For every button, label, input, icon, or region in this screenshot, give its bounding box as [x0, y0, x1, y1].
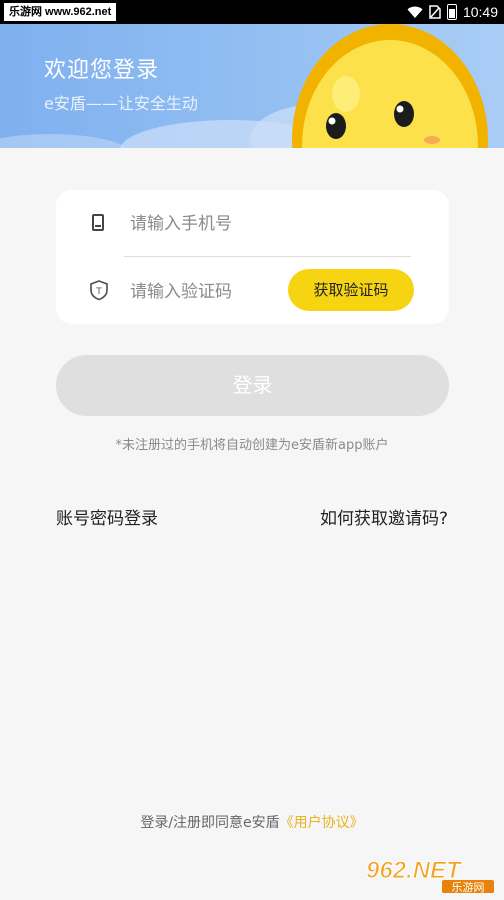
status-icons: 10:49	[407, 0, 498, 24]
status-watermark: 乐游网 www.962.net	[4, 3, 117, 21]
phone-icon	[92, 214, 104, 231]
mascot-illustration	[292, 24, 488, 148]
invite-code-help-link[interactable]: 如何获取邀请码?	[320, 504, 448, 529]
login-button[interactable]: 登录	[56, 355, 449, 416]
status-time: 10:49	[462, 4, 498, 20]
wifi-icon	[407, 6, 423, 18]
verification-code-input[interactable]	[128, 274, 292, 310]
password-login-link[interactable]: 账号密码登录	[56, 504, 158, 529]
watermark-logo: 962.NET 乐游网	[366, 857, 494, 894]
status-bar: 乐游网 www.962.net 10:49	[0, 0, 504, 24]
agreement-text: 登录/注册即同意e安盾《用户协议》	[0, 812, 504, 832]
get-code-button[interactable]: 获取验证码	[288, 269, 414, 311]
login-form-card: T 获取验证码	[56, 190, 449, 324]
shield-icon: T	[90, 280, 108, 301]
cloud-decoration	[0, 134, 130, 148]
input-divider	[124, 256, 411, 257]
agreement-prefix: 登录/注册即同意e安盾	[140, 815, 280, 831]
watermark-brand: 962.NET	[366, 857, 463, 884]
svg-text:T: T	[95, 287, 102, 297]
phone-input[interactable]	[128, 206, 412, 242]
no-sim-icon	[429, 5, 441, 19]
header-banner: 欢迎您登录 e安盾——让安全生动	[0, 24, 504, 148]
user-agreement-link[interactable]: 《用户协议》	[280, 815, 364, 831]
slogan-text: e安盾——让安全生动	[44, 94, 198, 113]
battery-icon	[446, 4, 457, 20]
welcome-title: 欢迎您登录	[44, 58, 160, 83]
watermark-site: 乐游网	[452, 881, 485, 894]
auto-register-notice: *未注册过的手机将自动创建为e安盾新app账户	[115, 438, 389, 453]
